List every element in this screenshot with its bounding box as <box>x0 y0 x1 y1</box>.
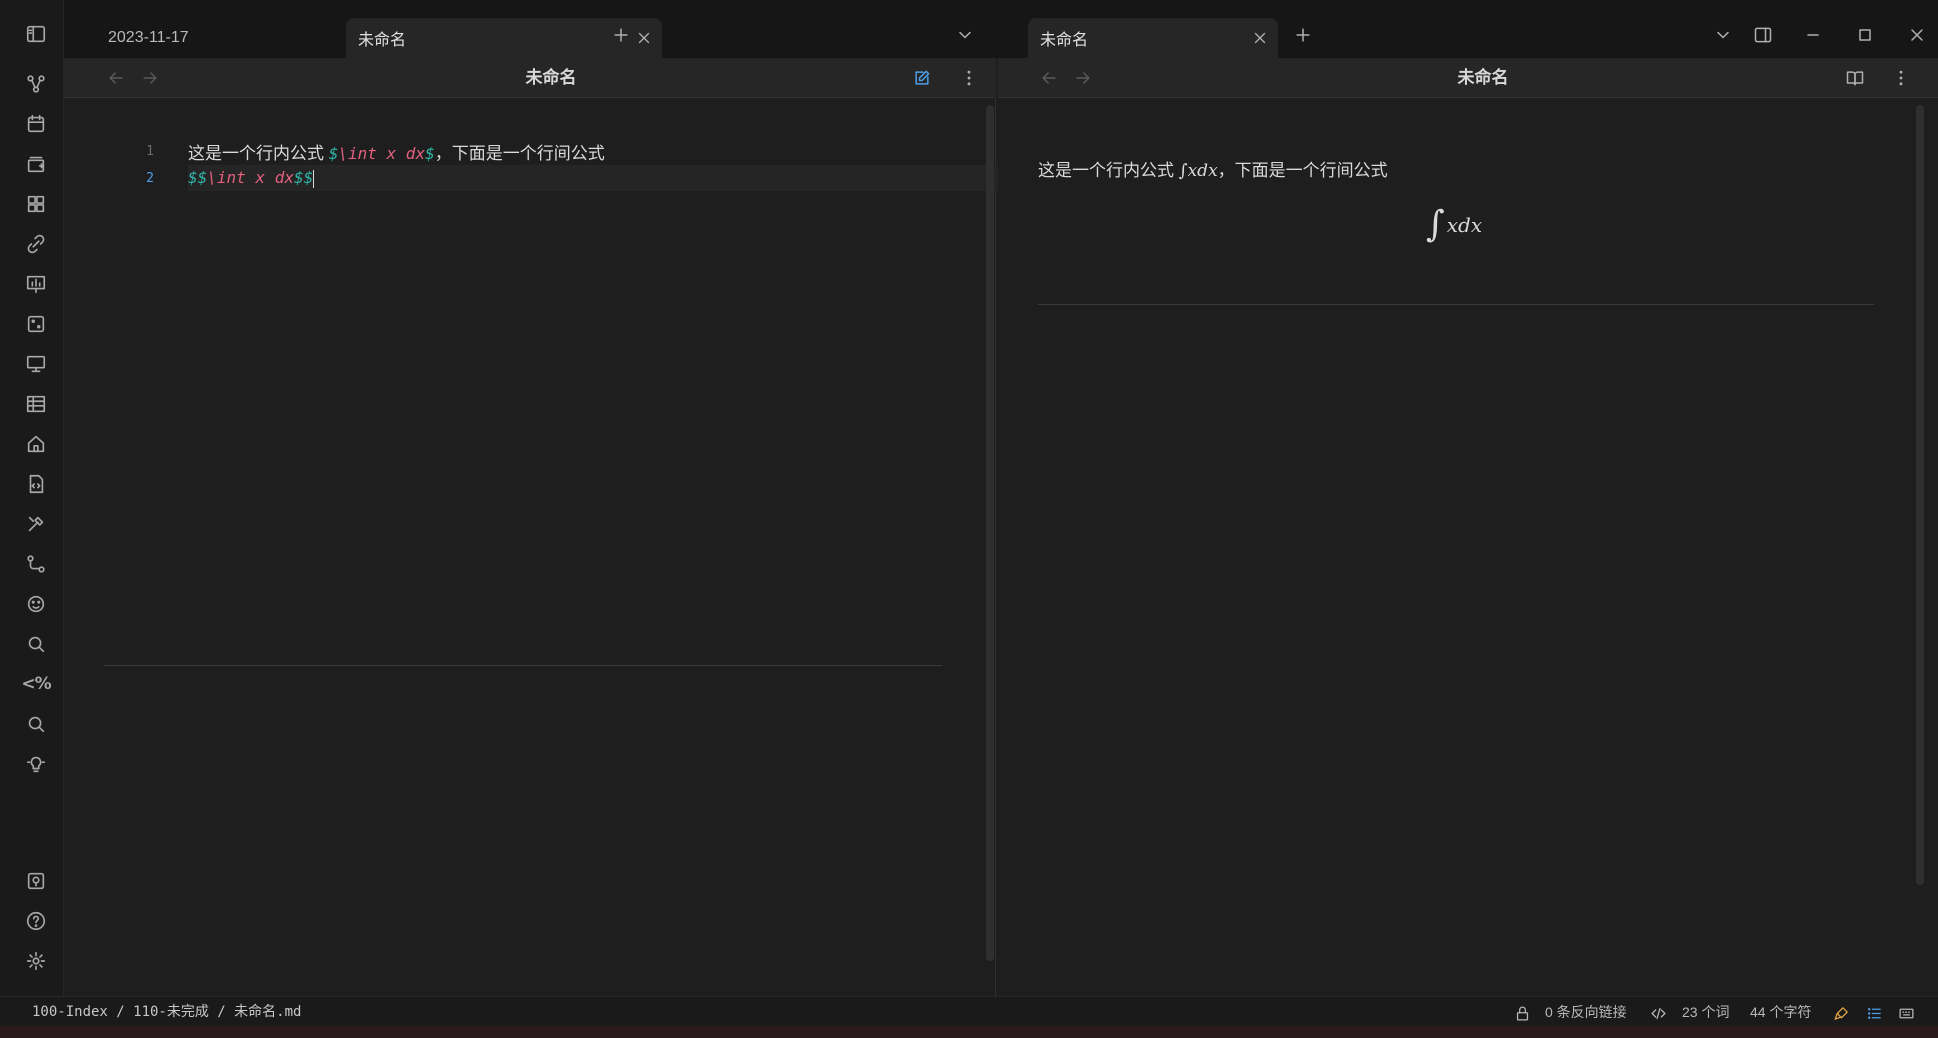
code-file-icon[interactable] <box>20 468 52 500</box>
lock-icon[interactable] <box>1514 997 1531 1027</box>
left-view-header: 未命名 <box>64 58 996 98</box>
editor-line-1[interactable]: 1 这是一个行内公式 $\int x dx$，下面是一个行间公式 <box>64 138 996 164</box>
breadcrumb[interactable]: 100-Index / 110-未完成 / 未命名.md <box>32 997 301 1027</box>
calendar-icon[interactable] <box>20 108 52 140</box>
preview-text: 这是一个行内公式 <box>1038 161 1179 180</box>
editor-line-2[interactable]: 2 $$\int x dx$$ <box>64 165 996 191</box>
horizontal-divider <box>1038 304 1874 305</box>
editor-text: ，下面是一个行间公式 <box>434 143 605 163</box>
scrollbar[interactable] <box>986 105 994 961</box>
math-delimiter: $ <box>328 143 339 163</box>
math-source: \int x dx <box>338 143 426 163</box>
math-delimiter: $$ <box>293 168 314 187</box>
graph-icon[interactable] <box>20 68 52 100</box>
canvas-icon[interactable] <box>20 148 52 180</box>
display-math-block: ∫ xdx <box>1426 201 1482 249</box>
backlinks-count[interactable]: 0 条反向链接 <box>1545 997 1627 1027</box>
line-number: 1 <box>146 143 154 159</box>
inline-math: xdx <box>1187 161 1218 181</box>
vault-icon[interactable] <box>20 865 52 897</box>
dice-icon[interactable] <box>20 308 52 340</box>
slides-icon[interactable] <box>20 268 52 300</box>
line-number: 2 <box>146 170 154 186</box>
help-icon[interactable] <box>20 905 52 937</box>
templater-label: <% <box>21 674 51 694</box>
left-ribbon: <% <box>0 0 64 996</box>
preview-pane: 这是一个行内公式 ∫xdx，下面是一个行间公式 ∫ xdx <box>998 99 1938 996</box>
preview-paragraph: 这是一个行内公式 ∫xdx，下面是一个行间公式 <box>1038 156 1388 181</box>
search-icon[interactable] <box>20 628 52 660</box>
char-count: 44 个字符 <box>1750 1004 1812 1020</box>
maximize-button[interactable] <box>1850 20 1880 50</box>
text-cursor <box>313 169 315 188</box>
tab-list-button[interactable] <box>1708 20 1738 50</box>
editor-text: 这是一个行内公式 <box>188 143 329 163</box>
close-icon <box>1911 29 1923 41</box>
monitor-icon[interactable] <box>20 348 52 380</box>
preview-text: ，下面是一个行间公式 <box>1217 161 1388 180</box>
right-sidebar-toggle-icon[interactable] <box>1748 20 1778 50</box>
reading-mode-icon[interactable] <box>1840 63 1870 93</box>
plus-icon <box>1296 28 1310 42</box>
math-delimiter: $ <box>425 143 435 163</box>
app-window: <% 2023-11-17 未命名 未命名 未命名 未命名 1 这是一个行内公式… <box>0 0 1938 1038</box>
tab-untitled-right[interactable]: 未命名 <box>1028 18 1278 58</box>
display-integral-sign: ∫ <box>1426 204 1445 245</box>
close-window-button[interactable] <box>1902 20 1932 50</box>
dashboard-icon[interactable] <box>20 188 52 220</box>
inline-integral-sign: ∫ <box>1178 161 1188 181</box>
list-icon[interactable] <box>1866 997 1883 1027</box>
workflow-icon[interactable] <box>20 548 52 580</box>
settings-icon[interactable] <box>20 945 52 977</box>
tab-2023-11-17[interactable]: 2023-11-17 <box>96 18 306 58</box>
search-icon[interactable] <box>20 708 52 740</box>
right-view-header: 未命名 <box>998 58 1938 98</box>
word-count: 23 个词 <box>1682 1004 1730 1020</box>
right-tab-bar: 未命名 <box>996 0 1938 58</box>
tab-label: 未命名 <box>358 32 407 49</box>
templater-icon[interactable]: <% <box>20 668 52 700</box>
view-title[interactable]: 未命名 <box>998 58 1938 98</box>
table-icon[interactable] <box>20 388 52 420</box>
scrollbar[interactable] <box>1916 105 1924 885</box>
link-icon[interactable] <box>20 228 52 260</box>
status-bar: 100-Index / 110-未完成 / 未命名.md 0 条反向链接 23 … <box>0 996 1938 1026</box>
brush-icon[interactable] <box>1833 997 1850 1027</box>
more-options-icon[interactable] <box>1886 63 1916 93</box>
tools-icon[interactable] <box>20 508 52 540</box>
tab-list-button[interactable] <box>950 20 980 50</box>
tab-label: 未命名 <box>1040 32 1089 49</box>
maximize-icon <box>1859 29 1871 41</box>
code-icon[interactable] <box>1650 997 1667 1027</box>
horizontal-divider <box>104 665 942 666</box>
editor-pane[interactable]: 1 这是一个行内公式 $\int x dx$，下面是一个行间公式 2 $$\in… <box>64 99 1006 996</box>
display-math: xdx <box>1446 213 1483 237</box>
taskbar-strip <box>0 1026 1938 1038</box>
left-tab-bar: 2023-11-17 未命名 <box>64 0 996 58</box>
more-options-icon[interactable] <box>954 63 984 93</box>
minimize-icon <box>1807 34 1819 36</box>
math-source: \int x dx <box>207 168 294 187</box>
chevron-down-icon <box>959 31 971 39</box>
home-icon[interactable] <box>20 428 52 460</box>
keyboard-icon[interactable] <box>1898 997 1915 1027</box>
tab-label: 2023-11-17 <box>108 29 189 46</box>
minimize-button[interactable] <box>1798 20 1828 50</box>
lightbulb-icon[interactable] <box>20 748 52 780</box>
view-title[interactable]: 未命名 <box>64 58 1038 98</box>
plus-icon <box>614 28 628 42</box>
new-tab-button[interactable] <box>1288 20 1318 50</box>
emoji-icon[interactable] <box>20 588 52 620</box>
new-tab-button[interactable] <box>606 20 636 50</box>
sidebar-toggle-icon[interactable] <box>20 18 52 50</box>
chevron-down-icon <box>1717 31 1729 39</box>
close-icon[interactable] <box>1248 26 1272 50</box>
math-delimiter: $$ <box>188 168 208 187</box>
edit-mode-icon[interactable] <box>907 63 937 93</box>
